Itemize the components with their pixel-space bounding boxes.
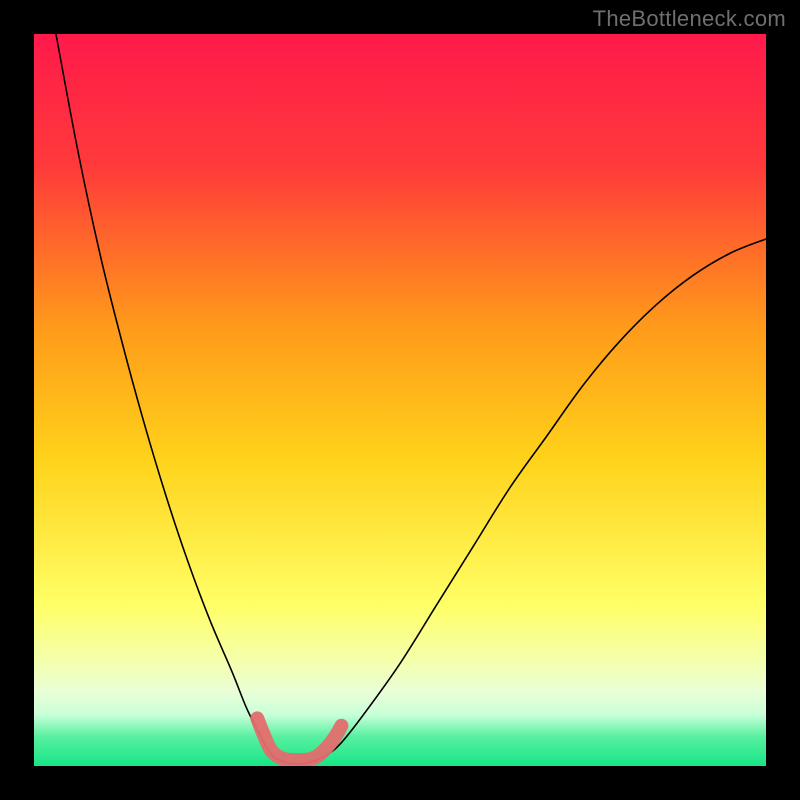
chart-plot (34, 34, 766, 766)
chart-svg (34, 34, 766, 766)
watermark-text: TheBottleneck.com (593, 6, 786, 32)
chart-frame: TheBottleneck.com (0, 0, 800, 800)
